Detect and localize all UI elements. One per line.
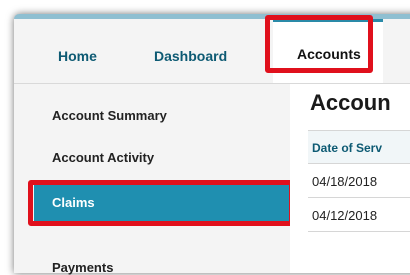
sidebar: Account Summary Account Activity Claims …: [14, 84, 294, 275]
table-row[interactable]: 04/18/2018: [308, 164, 410, 198]
sidebar-item-account-activity[interactable]: Account Activity: [52, 150, 154, 165]
highlight-box-accounts: [265, 15, 373, 73]
sidebar-item-account-summary[interactable]: Account Summary: [52, 108, 167, 123]
table-cell-date: 04/18/2018: [312, 174, 378, 189]
nav-home-link[interactable]: Home: [58, 48, 97, 64]
nav-dashboard-link[interactable]: Dashboard: [154, 48, 227, 64]
highlight-box-claims: [28, 180, 294, 226]
table-cell-date: 04/12/2018: [312, 208, 378, 223]
column-header-date-of-service[interactable]: Date of Serv: [312, 141, 382, 155]
main-content: Accoun Date of Serv 04/18/2018 04/12/201…: [290, 84, 410, 273]
top-nav: Home Dashboard Accounts: [14, 15, 410, 84]
browser-frame: Home Dashboard Accounts Account Summary …: [14, 14, 410, 275]
table-row[interactable]: 04/12/2018: [308, 198, 410, 232]
page-title: Accoun: [310, 90, 391, 115]
sidebar-item-payments[interactable]: Payments: [52, 260, 113, 275]
claims-table: Date of Serv 04/18/2018 04/12/2018: [308, 130, 410, 232]
table-header-row: Date of Serv: [308, 130, 410, 164]
